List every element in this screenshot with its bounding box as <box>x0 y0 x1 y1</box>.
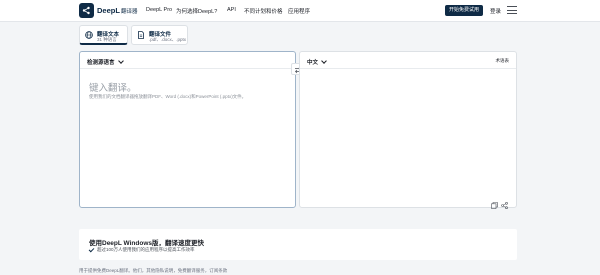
login-link[interactable]: 登录 <box>490 7 501 15</box>
nav-deepl-pro[interactable]: DeepL Pro <box>146 7 172 13</box>
source-input-placeholder[interactable]: 键入翻译。 <box>89 80 137 94</box>
top-navigation-bar: DeepL 翻译器 DeepL Pro 为何选择DeepL? API 不同计划和… <box>0 0 600 22</box>
windows-app-promo[interactable]: 使用DeepL Windows版，翻译速度更快 超过100万人使用我们的应用程序… <box>79 229 517 260</box>
copy-icon[interactable] <box>491 196 498 214</box>
nav-apps[interactable]: 应用程序 <box>288 7 310 15</box>
target-language-select[interactable]: 中文 <box>307 58 327 66</box>
source-panel-header: 检测源语言 <box>80 52 295 69</box>
nav-why-deepl[interactable]: 为何选择DeepL? <box>176 7 217 15</box>
promo-title: 使用DeepL Windows版，翻译速度更快 <box>89 240 205 247</box>
tab-translate-text[interactable]: 翻译文本 31 种语言 <box>79 25 128 45</box>
hamburger-menu-icon[interactable] <box>507 6 517 14</box>
target-panel-header: 中文 术语表 <box>300 52 516 69</box>
nav-api[interactable]: API <box>227 7 236 13</box>
tab-subtitle: 31 种语言 <box>97 37 117 42</box>
file-icon <box>138 31 144 39</box>
checkmark-icon <box>88 246 95 253</box>
source-language-select[interactable]: 检测源语言 <box>87 58 124 66</box>
source-text-panel[interactable]: 检测源语言 键入翻译。 使用我们的文档翻译器拖放翻译PDF、Word (.doc… <box>79 51 296 208</box>
source-language-label: 检测源语言 <box>87 60 115 66</box>
tab-subtitle: .pdf、.docx、.pptx <box>149 37 187 42</box>
chevron-down-icon <box>321 58 327 64</box>
brand-name[interactable]: DeepL <box>97 6 120 15</box>
chevron-down-icon <box>117 58 124 64</box>
start-free-trial-button[interactable]: 开始免费试用 <box>445 5 483 16</box>
document-hint: 使用我们的文档翻译器拖放翻译PDF、Word (.docx)和PowerPoin… <box>89 94 247 99</box>
glossary-button[interactable]: 术语表 <box>496 58 510 64</box>
share-icon[interactable] <box>501 196 508 214</box>
brand-subtitle: 翻译器 <box>121 9 138 15</box>
globe-icon <box>85 31 93 39</box>
deepl-logo-icon[interactable] <box>79 3 94 18</box>
tab-translate-files[interactable]: 翻译文件 .pdf、.docx、.pptx <box>131 25 188 45</box>
nav-plans-pricing[interactable]: 不同计划和价格 <box>244 7 283 15</box>
target-language-label: 中文 <box>307 60 319 66</box>
footer-text: 用于提供免费DeepL翻译。他们，其他隐私说明，免费翻译服务，订阅条款 <box>79 268 228 273</box>
promo-description: 超过100万人使用我们的应用程序以提高工作效率 <box>97 247 195 252</box>
target-text-panel: 中文 术语表 <box>299 51 517 208</box>
